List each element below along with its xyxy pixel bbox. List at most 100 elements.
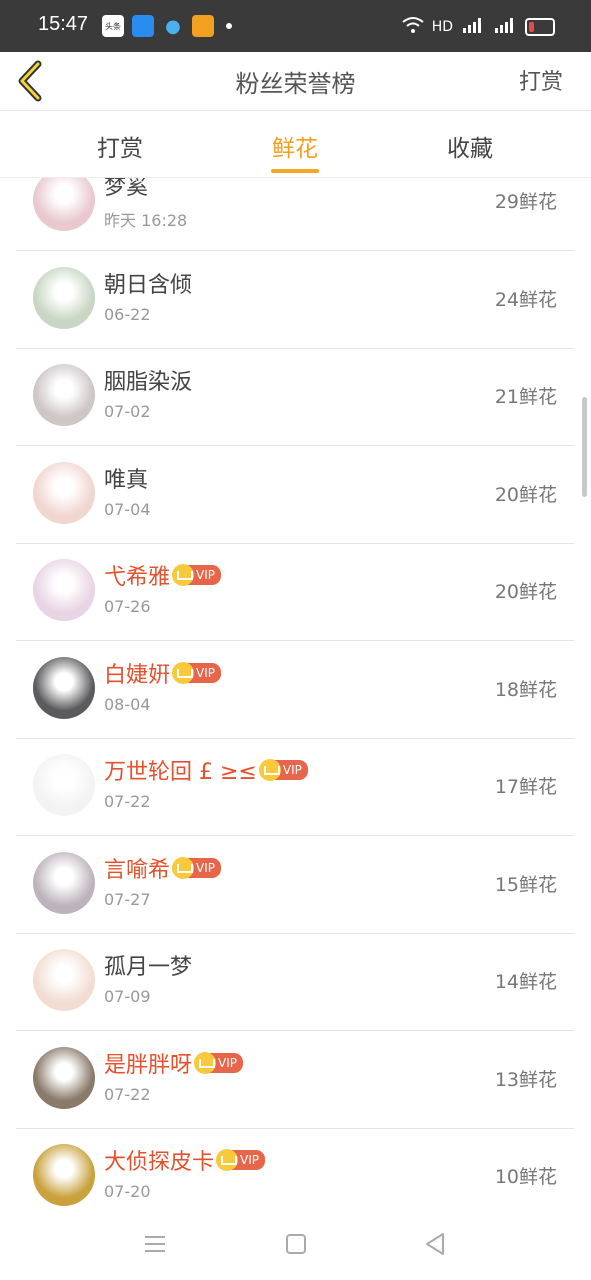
crown-icon [258,759,281,781]
user-name: 唯真 [104,462,148,494]
avatar[interactable] [33,178,95,231]
browser-app-icon [132,15,154,37]
signal-icon-1 [461,16,485,38]
list-item[interactable]: 言喻希 VIP 07-27 15鲜花 [16,836,574,934]
status-bar: 15:47 头条 ● HD [0,0,591,52]
user-name: 是胖胖呀 VIP [104,1047,243,1079]
vip-badge: VIP [172,661,221,684]
flower-count: 20鲜花 [494,483,557,506]
avatar[interactable] [33,754,95,816]
crown-icon [172,564,195,586]
list-item[interactable]: 唯真 07-04 20鲜花 [16,446,574,544]
user-name-text: 朝日含倾 [104,272,193,298]
menu-icon[interactable] [141,1230,169,1258]
list-item[interactable]: 胭脂染汳 07-02 21鲜花 [16,348,574,446]
flower-count: 14鲜花 [494,971,557,993]
user-name: 胭脂染汳 [104,364,192,396]
date-text: 07-20 [104,1182,151,1201]
user-name-text: 大侦探皮卡 [104,1150,215,1175]
list-item[interactable]: 弋希雅 VIP 07-26 20鲜花 [16,543,574,641]
date-text: 07-09 [104,987,151,1006]
scrollbar[interactable] [582,397,587,497]
flower-count: 13鲜花 [494,1068,557,1091]
user-name-text: 胭脂染汳 [104,370,193,395]
page-title: 粉丝荣誉榜 [235,70,356,98]
user-name: 孤月一梦 [104,949,192,981]
system-status-icons: HD [402,15,555,39]
signal-icon-2 [493,16,517,38]
avatar[interactable] [33,1144,95,1206]
vip-badge: VIP [194,1051,243,1074]
avatar[interactable] [33,1046,95,1109]
avatar[interactable] [33,364,95,426]
date-text: 07-26 [104,597,151,616]
back-triangle-icon[interactable] [421,1230,449,1258]
list-item[interactable]: 大侦探皮卡 VIP 07-20 10鲜花 [16,1128,574,1208]
avatar[interactable] [33,266,95,329]
avatar[interactable] [33,949,95,1011]
tab-favorites[interactable]: 收藏 [410,129,530,163]
list-item[interactable]: 朝日含倾 06-22 24鲜花 [16,251,574,349]
user-name-text: 孤月一梦 [104,955,193,980]
flower-count: 24鲜花 [494,288,557,311]
crown-icon [172,661,195,684]
flower-count: 29鲜花 [494,191,557,213]
avatar[interactable] [33,851,95,914]
qq-app-icon: ● [162,15,184,37]
user-name: 大侦探皮卡 VIP [104,1144,265,1176]
user-name-text: 弋希雅 [104,565,171,590]
status-time: 15:47 [38,13,89,35]
list-item[interactable]: 万世轮回 £ ≥≤ VIP 07-22 17鲜花 [16,738,574,836]
flower-count: 18鲜花 [494,678,557,701]
vip-badge: VIP [172,856,221,879]
fan-ranking-list[interactable]: 梦奚昨天 16:28 29鲜花朝日含倾 06-22 24鲜花胭脂染汳 07-02 21鲜花… [0,178,591,1208]
list-item[interactable]: 是胖胖呀 VIP 07-22 13鲜花 [16,1031,574,1129]
user-name: 梦奚 [104,178,148,201]
vip-badge: VIP [216,1149,265,1171]
avatar[interactable] [33,461,95,524]
list-item[interactable]: 孤月一梦 07-09 14鲜花 [16,933,574,1031]
user-name: 弋希雅 VIP [104,559,221,591]
flower-count: 21鲜花 [494,386,557,408]
list-item[interactable]: 白婕姸 VIP 08-04 18鲜花 [16,641,574,739]
crown-icon [172,856,195,879]
user-name: 朝日含倾 [104,267,192,299]
reward-link[interactable]: 打赏 [519,64,563,96]
user-name-text: 万世轮回 £ ≥≤ [104,760,257,785]
tab-reward[interactable]: 打赏 [60,129,180,163]
date-text: 07-02 [104,402,151,421]
crown-icon [216,1149,239,1171]
battery-icon [525,18,555,36]
user-name: 言喻希 VIP [104,852,221,884]
hd-indicator: HD [431,19,453,35]
user-name-text: 言喻希 [104,857,171,883]
date-text: 07-22 [104,1084,151,1104]
flower-count: 10鲜花 [494,1166,557,1188]
vip-badge: VIP [172,564,221,586]
flower-count: 20鲜花 [494,581,557,603]
user-name-text: 是胖胖呀 [104,1052,193,1078]
system-nav-bar [0,1208,591,1280]
flower-count: 15鲜花 [494,873,557,896]
home-square-icon[interactable] [282,1230,310,1258]
crown-icon [194,1051,217,1074]
tab-bar: 打赏 鲜花 收藏 [0,111,591,178]
date-text: 07-27 [104,889,151,909]
date-text: 07-04 [104,499,151,519]
user-name: 万世轮回 £ ≥≤ VIP [104,754,308,786]
date-text: 昨天 16:28 [104,211,188,230]
list-item[interactable]: 梦奚昨天 16:28 29鲜花 [16,178,574,251]
date-text: 06-22 [104,304,151,324]
tab-flowers[interactable]: 鲜花 [235,129,355,163]
vip-badge: VIP [258,759,308,781]
toutiao-app-icon: 头条 [102,15,124,37]
active-tab-indicator [271,169,319,173]
user-name-text: 梦奚 [104,178,149,200]
user-name: 白婕姸 VIP [104,657,221,689]
avatar[interactable] [33,559,95,621]
more-notifications-dot [226,23,232,29]
date-text: 07-22 [104,792,151,811]
avatar[interactable] [33,656,95,719]
notification-icons: 头条 ● [102,14,232,38]
weibo-app-icon [192,15,214,37]
